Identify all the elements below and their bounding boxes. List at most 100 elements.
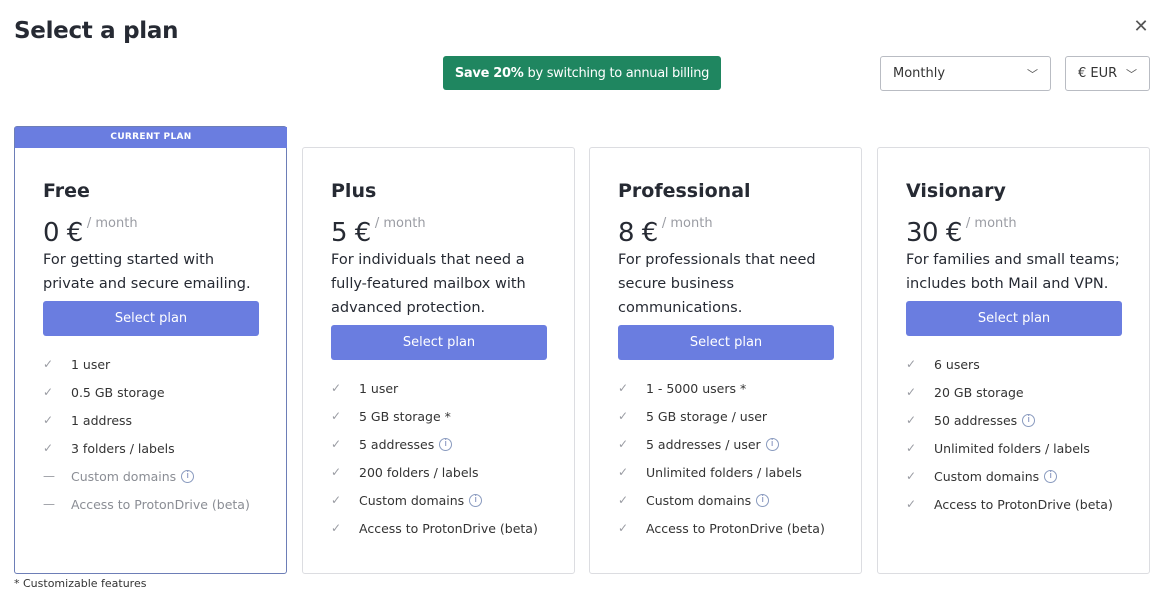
footnote: * Customizable features bbox=[14, 577, 147, 590]
check-icon: ✓ bbox=[618, 381, 629, 395]
page-title: Select a plan bbox=[14, 18, 179, 44]
info-icon[interactable]: i bbox=[756, 493, 770, 507]
check-icon: ✓ bbox=[618, 465, 629, 479]
plan-name: Free bbox=[43, 180, 90, 202]
price-period: / month bbox=[374, 216, 426, 231]
feature-item: ✓ 6 users bbox=[906, 350, 1149, 378]
feature-list: ✓ 1 user ✓ 5 GB storage * ✓ 5 addresses i ✓ 200 … bbox=[331, 374, 574, 542]
plan-price: 8 € bbox=[618, 218, 658, 248]
select-plan-button[interactable]: Select plan bbox=[906, 301, 1122, 336]
check-icon: ✓ bbox=[43, 441, 54, 455]
feature-item: ✓ 3 folders / labels bbox=[43, 434, 286, 462]
select-plan-button[interactable]: Select plan bbox=[331, 325, 547, 360]
check-icon: ✓ bbox=[618, 437, 629, 451]
info-icon[interactable]: i bbox=[469, 493, 483, 507]
feature-item: ✓ 200 folders / labels bbox=[331, 458, 574, 486]
feature-label: 1 - 5000 users * bbox=[646, 380, 747, 396]
feature-item: ✓ Unlimited folders / labels bbox=[906, 434, 1149, 462]
feature-item: ✓ 5 GB storage / user bbox=[618, 402, 861, 430]
close-icon[interactable]: ✕ bbox=[1132, 18, 1150, 36]
info-icon[interactable]: i bbox=[1022, 413, 1036, 427]
feature-label: 200 folders / labels bbox=[359, 464, 479, 480]
currency-value: € EUR bbox=[1078, 66, 1118, 81]
feature-label: Custom domains bbox=[934, 468, 1040, 484]
plan-name: Visionary bbox=[906, 180, 1006, 202]
plan-description: For individuals that need a fully-featur… bbox=[331, 252, 526, 316]
feature-item: ✓ Custom domains i bbox=[331, 486, 574, 514]
feature-item: ✓ Custom domains i bbox=[906, 462, 1149, 490]
feature-item: ✓ 1 user bbox=[331, 374, 574, 402]
feature-label: 5 GB storage * bbox=[359, 408, 451, 424]
check-icon: ✓ bbox=[43, 385, 54, 399]
check-icon: ✓ bbox=[906, 441, 917, 455]
promo-text: by switching to annual billing bbox=[527, 65, 710, 81]
feature-label: Access to ProtonDrive (beta) bbox=[359, 520, 538, 536]
feature-label: 5 addresses bbox=[359, 436, 435, 452]
feature-label: 1 user bbox=[71, 356, 111, 372]
feature-label: 20 GB storage bbox=[934, 384, 1024, 400]
feature-item: ✓ Unlimited folders / labels bbox=[618, 458, 861, 486]
check-icon: ✓ bbox=[618, 409, 629, 423]
annual-billing-promo[interactable]: Save 20% by switching to annual billing bbox=[443, 56, 721, 90]
plan-description: For getting started with private and sec… bbox=[43, 252, 251, 292]
dash-icon: — bbox=[43, 469, 55, 483]
feature-item: ✓ 1 - 5000 users * bbox=[618, 374, 861, 402]
select-plan-button[interactable]: Select plan bbox=[618, 325, 834, 360]
plan-card-plus: Plus 5 € / month For individuals that nee… bbox=[302, 147, 575, 574]
check-icon: ✓ bbox=[331, 437, 342, 451]
check-icon: ✓ bbox=[618, 521, 629, 535]
feature-label: 50 addresses bbox=[934, 412, 1018, 428]
check-icon: ✓ bbox=[331, 381, 342, 395]
price-period: / month bbox=[661, 216, 713, 231]
feature-label: 0.5 GB storage bbox=[71, 384, 165, 400]
feature-label: 1 user bbox=[359, 380, 399, 396]
info-icon[interactable]: i bbox=[439, 437, 453, 451]
check-icon: ✓ bbox=[331, 493, 342, 507]
select-plan-button[interactable]: Select plan bbox=[43, 301, 259, 336]
feature-label: Unlimited folders / labels bbox=[934, 440, 1090, 456]
check-icon: ✓ bbox=[906, 497, 917, 511]
price-period: / month bbox=[965, 216, 1017, 231]
plan-name: Professional bbox=[618, 180, 751, 202]
check-icon: ✓ bbox=[906, 469, 917, 483]
feature-list: ✓ 1 user ✓ 0.5 GB storage ✓ 1 address ✓ 3 folde… bbox=[43, 350, 286, 518]
feature-item: — Custom domains i bbox=[43, 462, 286, 490]
plan-card-visionary: Visionary 30 € / month For families and s… bbox=[877, 147, 1150, 574]
feature-item: ✓ 5 addresses i bbox=[331, 430, 574, 458]
feature-list: ✓ 6 users ✓ 20 GB storage ✓ 50 addresses i ✓ Unl… bbox=[906, 350, 1149, 518]
info-icon[interactable]: i bbox=[765, 437, 779, 451]
plan-name: Plus bbox=[331, 180, 377, 202]
feature-item: ✓ 20 GB storage bbox=[906, 378, 1149, 406]
feature-item: ✓ Access to ProtonDrive (beta) bbox=[331, 514, 574, 542]
check-icon: ✓ bbox=[43, 413, 54, 427]
feature-label: 5 GB storage / user bbox=[646, 408, 768, 424]
chevron-down-icon: ﹀ bbox=[1027, 67, 1038, 81]
feature-item: ✓ 5 GB storage * bbox=[331, 402, 574, 430]
price-period: / month bbox=[86, 216, 138, 231]
plan-description: For families and small teams; includes b… bbox=[906, 252, 1120, 292]
feature-label: Custom domains bbox=[71, 468, 177, 484]
feature-item: ✓ Access to ProtonDrive (beta) bbox=[618, 514, 861, 542]
plan-card-professional: Professional 8 € / month For professional… bbox=[589, 147, 862, 574]
feature-label: 6 users bbox=[934, 356, 980, 372]
check-icon: ✓ bbox=[331, 465, 342, 479]
promo-bold: Save 20% bbox=[454, 65, 524, 81]
feature-label: Access to ProtonDrive (beta) bbox=[71, 496, 250, 512]
check-icon: ✓ bbox=[906, 385, 917, 399]
currency-select[interactable]: € EUR ﹀ bbox=[1065, 56, 1150, 91]
dash-icon: — bbox=[43, 497, 55, 511]
feature-label: 5 addresses / user bbox=[646, 436, 761, 452]
check-icon: ✓ bbox=[43, 357, 54, 371]
info-icon[interactable]: i bbox=[1044, 469, 1058, 483]
feature-list: ✓ 1 - 5000 users * ✓ 5 GB storage / user ✓ 5 … bbox=[618, 374, 861, 542]
billing-cycle-select[interactable]: Monthly ﹀ bbox=[880, 56, 1051, 91]
check-icon: ✓ bbox=[618, 493, 629, 507]
plan-description: For professionals that need secure busin… bbox=[618, 252, 816, 316]
feature-label: Unlimited folders / labels bbox=[646, 464, 802, 480]
info-icon[interactable]: i bbox=[181, 469, 195, 483]
check-icon: ✓ bbox=[906, 413, 917, 427]
feature-label: Custom domains bbox=[646, 492, 752, 508]
plan-price: 0 € bbox=[43, 218, 83, 248]
feature-label: Access to ProtonDrive (beta) bbox=[934, 496, 1113, 512]
feature-label: 1 address bbox=[71, 412, 133, 428]
